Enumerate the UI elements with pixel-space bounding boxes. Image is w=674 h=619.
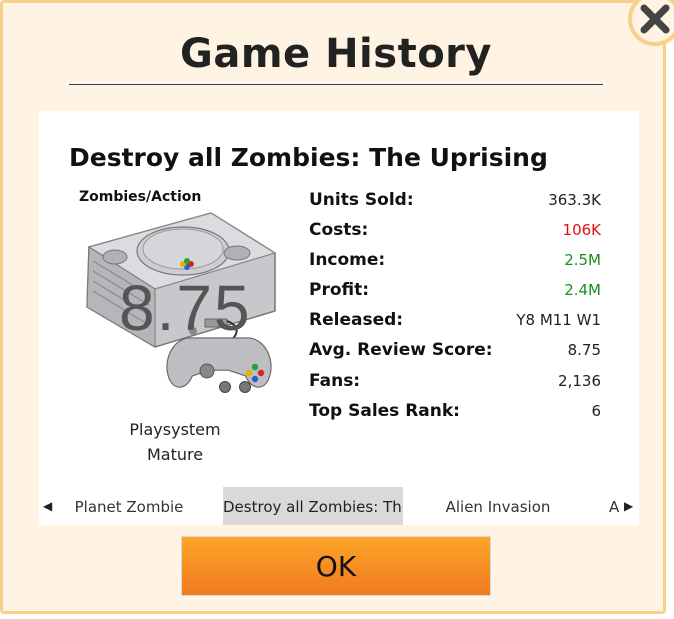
game-platform: Playsystem xyxy=(129,420,221,439)
stat-row-fans: Fans: 2,136 xyxy=(309,368,601,398)
carousel-next-icon[interactable]: ▶ xyxy=(624,499,633,513)
game-genre: Zombies/Action xyxy=(79,189,202,205)
stat-label: Fans: xyxy=(309,370,361,391)
stat-value: 6 xyxy=(591,401,601,420)
stat-row-released: Released: Y8 M11 W1 xyxy=(309,307,601,337)
stat-value: 2.5M xyxy=(564,251,601,270)
stat-row-profit: Profit: 2.4M xyxy=(309,277,601,307)
review-score-overlay: 8.75 xyxy=(119,272,252,344)
stat-row-income: Income: 2.5M xyxy=(309,247,601,277)
stat-value: 8.75 xyxy=(567,341,601,360)
game-history-dialog: Game History Destroy all Zombies: The Up… xyxy=(0,0,666,614)
dialog-title: Game History xyxy=(180,31,492,77)
stat-label: Avg. Review Score: xyxy=(309,340,493,361)
stat-row-top-sales-rank: Top Sales Rank: 6 xyxy=(309,398,601,428)
carousel-item-alien-invasion[interactable]: Alien Invasion xyxy=(439,487,557,525)
stat-label: Released: xyxy=(309,310,404,331)
stat-label: Top Sales Rank: xyxy=(309,400,460,421)
game-details-panel: Destroy all Zombies: The Uprising Zombie… xyxy=(39,111,639,525)
game-title: Destroy all Zombies: The Uprising xyxy=(69,143,548,172)
stat-value: 106K xyxy=(562,221,601,240)
game-rating: Mature xyxy=(146,445,204,464)
carousel-item-partial[interactable]: A Ba xyxy=(609,487,623,525)
carousel-item-destroy-all-zombies[interactable]: Destroy all Zombies: Th... xyxy=(223,487,403,525)
game-carousel: ◀ Planet Zombie Destroy all Zombies: Th.… xyxy=(39,487,639,525)
stat-value: 2.4M xyxy=(564,281,601,300)
stat-value: 363.3K xyxy=(548,191,601,209)
stat-label: Income: xyxy=(309,250,386,271)
stat-label: Units Sold: xyxy=(309,190,414,210)
close-icon xyxy=(640,4,670,34)
stat-label: Costs: xyxy=(309,220,369,241)
carousel-prev-icon[interactable]: ◀ xyxy=(43,499,52,513)
stats-list: Units Sold: 363.3K Costs: 106K Income: 2… xyxy=(309,187,601,428)
carousel-item-planet-zombie[interactable]: Planet Zombie xyxy=(69,487,189,525)
stat-value: Y8 M11 W1 xyxy=(516,311,601,330)
stat-label: Profit: xyxy=(309,280,370,301)
ok-button[interactable]: OK xyxy=(181,536,491,596)
stat-row-avg-review-score: Avg. Review Score: 8.75 xyxy=(309,337,601,367)
stat-value: 2,136 xyxy=(558,371,601,390)
title-divider xyxy=(69,84,603,85)
stat-row-units-sold: Units Sold: 363.3K xyxy=(309,187,601,217)
stat-row-costs: Costs: 106K xyxy=(309,217,601,247)
